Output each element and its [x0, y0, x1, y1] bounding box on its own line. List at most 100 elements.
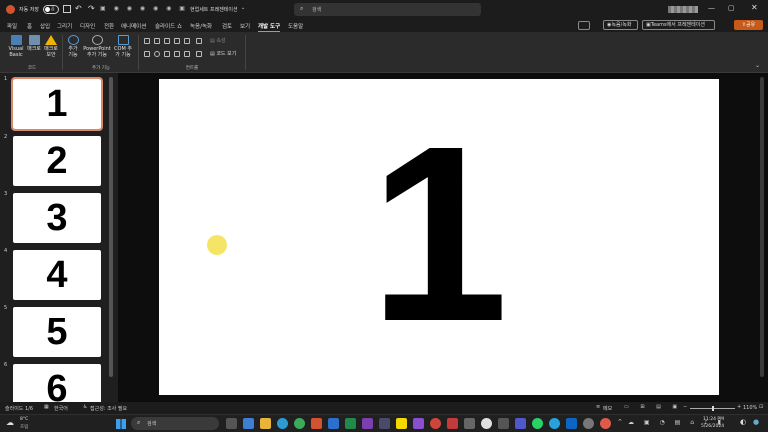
thumbnail-scrollbar[interactable]: [109, 77, 113, 377]
view-code-button[interactable]: ▤ 코드 보기: [210, 50, 236, 57]
zoom-slider[interactable]: [690, 406, 735, 411]
powerpoint-taskbar-icon[interactable]: [311, 418, 322, 429]
whatsapp-icon[interactable]: [532, 418, 543, 429]
record-button[interactable]: ◉녹음/녹화: [603, 20, 638, 30]
textbox-control-icon[interactable]: [154, 38, 160, 44]
scrollbar-control-icon[interactable]: [196, 38, 202, 44]
tab-help[interactable]: 도움말: [288, 22, 303, 30]
tab-draw[interactable]: 그리기: [57, 22, 72, 30]
share-button[interactable]: ⇪공유: [734, 20, 763, 30]
tab-transitions[interactable]: 전환: [104, 22, 114, 30]
more-controls-icon[interactable]: [196, 51, 202, 57]
quick-access-icons[interactable]: ▣ ◉ ◉ ◉ ◉ ◉ ▣: [100, 5, 188, 12]
app-icon[interactable]: [481, 418, 492, 429]
account-avatar[interactable]: [668, 6, 698, 13]
settings-icon[interactable]: [583, 418, 594, 429]
editor-scrollbar[interactable]: [760, 77, 764, 377]
main-slide[interactable]: 1: [159, 79, 719, 395]
view-buttons[interactable]: ▭ ⊞ ▤ ▣: [624, 404, 682, 410]
file-explorer-icon[interactable]: [260, 418, 271, 429]
com-addins-button[interactable]: COM 추가 기능: [112, 35, 134, 58]
slide-thumbnail-5[interactable]: 5: [13, 307, 101, 357]
teams-present-button[interactable]: ▣Teams에서 프레젠테이션: [642, 20, 715, 30]
app-icon[interactable]: [447, 418, 458, 429]
autosave-toggle[interactable]: 끔: [43, 5, 59, 14]
edge-icon[interactable]: [277, 418, 288, 429]
slide-thumbnail-1[interactable]: 1: [11, 77, 103, 131]
label-control-icon[interactable]: [144, 38, 150, 44]
combobox-control-icon[interactable]: [164, 51, 170, 57]
accessibility-status[interactable]: 접근성: 조사 필요: [90, 405, 127, 412]
tab-file[interactable]: 파일: [7, 22, 17, 30]
slide-thumbnail-6[interactable]: 6: [13, 364, 101, 402]
properties-button[interactable]: ▤ 속성: [210, 37, 226, 44]
option-button-control-icon[interactable]: [154, 51, 160, 57]
slide-thumbnail-2[interactable]: 2: [13, 136, 101, 186]
clock-time[interactable]: 11:24 PM: [703, 417, 724, 422]
notification-icon[interactable]: ◐: [740, 418, 746, 426]
zoom-in-button[interactable]: +: [737, 404, 741, 410]
taskbar-search-input[interactable]: 검색: [147, 420, 156, 427]
kakaotalk-icon[interactable]: [396, 418, 407, 429]
checkbox-control-icon[interactable]: [144, 51, 150, 57]
windows-start-icon[interactable]: [116, 419, 126, 429]
spellcheck-icon[interactable]: ▦: [44, 404, 49, 410]
telegram-icon[interactable]: [549, 418, 560, 429]
redo-icon[interactable]: ↷: [88, 4, 95, 13]
chevron-down-icon[interactable]: ⌄: [241, 5, 245, 11]
macro-security-button[interactable]: 매크로 보안: [43, 35, 59, 58]
color-icon[interactable]: ●: [753, 418, 759, 426]
tab-record[interactable]: 녹음/녹화: [190, 22, 212, 30]
app-icon[interactable]: [464, 418, 475, 429]
taskbar-search-box[interactable]: ⌕ 검색: [131, 417, 219, 430]
weather-desc[interactable]: 흐림: [20, 424, 28, 430]
weather-icon[interactable]: ☁: [6, 418, 14, 427]
image-control-icon[interactable]: [174, 38, 180, 44]
tab-home[interactable]: 홈: [27, 22, 32, 30]
tab-review[interactable]: 검토: [222, 22, 232, 30]
tray-chevron-icon[interactable]: ⌃: [617, 418, 623, 426]
tab-design[interactable]: 디자인: [80, 22, 95, 30]
clock-date[interactable]: 5/26/2024: [701, 424, 724, 429]
search-input[interactable]: 검색: [312, 6, 321, 13]
collapse-ribbon-icon[interactable]: ⌄: [755, 62, 760, 69]
chrome-icon[interactable]: [294, 418, 305, 429]
minimize-icon[interactable]: —: [708, 4, 715, 12]
weather-temp[interactable]: 8°C: [20, 417, 28, 422]
accessibility-icon[interactable]: ♿: [83, 404, 87, 410]
tab-view[interactable]: 보기: [240, 22, 250, 30]
store-icon[interactable]: [379, 418, 390, 429]
app-icon[interactable]: [600, 418, 611, 429]
spin-control-icon[interactable]: [184, 51, 190, 57]
excel-icon[interactable]: [345, 418, 356, 429]
close-icon[interactable]: ✕: [751, 3, 758, 12]
slide-thumbnail-4[interactable]: 4: [13, 250, 101, 300]
tab-slideshow[interactable]: 슬라이드 쇼: [155, 22, 182, 30]
teams-taskbar-icon[interactable]: [515, 418, 526, 429]
document-title[interactable]: 현업세트 프레젠테이션: [190, 6, 238, 13]
search-box[interactable]: ⌕ 검색: [294, 3, 481, 16]
tab-developer[interactable]: 개발 도구: [258, 22, 281, 32]
app-icon[interactable]: [413, 418, 424, 429]
notes-icon[interactable]: ≡: [596, 404, 600, 410]
app-icon[interactable]: [498, 418, 509, 429]
button-control-icon[interactable]: [164, 38, 170, 44]
slide-thumbnail-3[interactable]: 3: [13, 193, 101, 243]
powerpoint-addins-button[interactable]: PowerPoint 추가 기능: [82, 35, 112, 58]
taskview-icon[interactable]: [226, 418, 237, 429]
tab-animations[interactable]: 애니메이션: [121, 22, 146, 30]
word-icon[interactable]: [328, 418, 339, 429]
addins-button[interactable]: 추가 기능: [66, 35, 80, 58]
zoom-level[interactable]: 110%: [743, 405, 757, 411]
toggle-control-icon[interactable]: [174, 51, 180, 57]
undo-icon[interactable]: ↶: [75, 4, 82, 13]
fit-slide-icon[interactable]: ⊡: [759, 404, 763, 410]
comments-button[interactable]: [578, 21, 590, 30]
zoom-out-button[interactable]: −: [683, 404, 687, 410]
save-icon[interactable]: [63, 5, 71, 13]
slide-number-text[interactable]: 1: [339, 99, 539, 369]
linkedin-icon[interactable]: [566, 418, 577, 429]
language[interactable]: 한국어: [54, 405, 68, 412]
visual-basic-button[interactable]: Visual Basic: [6, 35, 26, 58]
listbox-control-icon[interactable]: [184, 38, 190, 44]
